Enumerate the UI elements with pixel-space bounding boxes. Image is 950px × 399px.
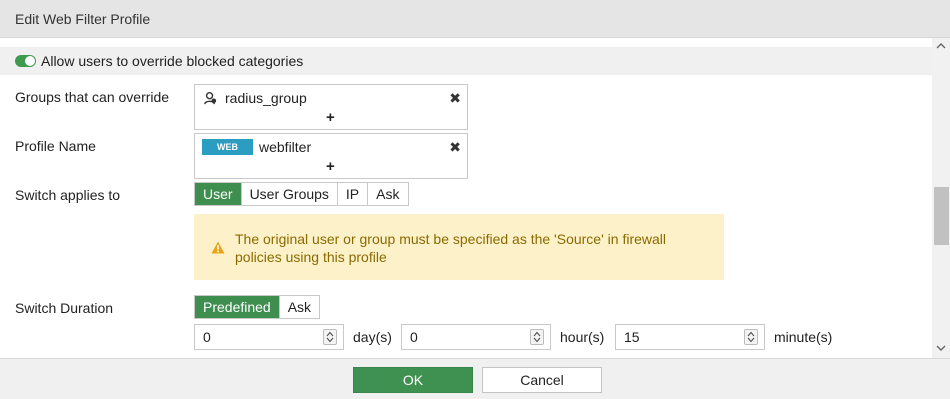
- minutes-unit: minute(s): [774, 329, 833, 345]
- override-toggle-label: Allow users to override blocked categori…: [41, 53, 304, 69]
- duration-option-ask[interactable]: Ask: [278, 296, 319, 318]
- dialog-title: Edit Web Filter Profile: [15, 11, 151, 27]
- days-value: 0: [203, 329, 211, 345]
- toggle-knob: [25, 56, 35, 66]
- switch-duration-selector: Predefined Ask: [194, 295, 321, 319]
- ok-button[interactable]: OK: [353, 367, 473, 393]
- override-toggle[interactable]: [15, 55, 36, 67]
- hours-input[interactable]: 0: [401, 324, 551, 350]
- switch-applies-label: Switch applies to: [15, 187, 121, 203]
- days-unit: day(s): [353, 329, 392, 345]
- scrollbar-thumb[interactable]: [934, 187, 949, 245]
- user-group-icon: [204, 91, 217, 104]
- dialog-titlebar: Edit Web Filter Profile: [0, 0, 950, 38]
- profile-entry: WEB webfilter: [202, 138, 311, 156]
- groups-entry-box[interactable]: radius_group ✖ +: [194, 84, 468, 130]
- hours-unit: hour(s): [560, 329, 605, 345]
- cancel-button[interactable]: Cancel: [482, 367, 602, 393]
- switch-applies-option-user[interactable]: User: [195, 183, 241, 205]
- spinner-arrows-icon: [326, 331, 334, 343]
- dialog-footer: OK Cancel: [0, 358, 950, 399]
- switch-applies-option-user-groups[interactable]: User Groups: [240, 183, 337, 205]
- days-spinner[interactable]: [323, 329, 337, 345]
- groups-label: Groups that can override: [15, 89, 170, 105]
- remove-profile-icon[interactable]: ✖: [449, 139, 461, 156]
- group-entry-text: radius_group: [225, 90, 307, 106]
- profile-name-label: Profile Name: [15, 138, 96, 154]
- override-section-header: Allow users to override blocked categori…: [0, 47, 932, 75]
- spinner-arrows-icon: [533, 331, 541, 343]
- add-profile-icon[interactable]: +: [326, 158, 335, 175]
- hours-spinner[interactable]: [530, 329, 544, 345]
- switch-applies-option-ip[interactable]: IP: [336, 183, 367, 205]
- warning-text: The original user or group must be speci…: [235, 231, 667, 265]
- group-entry: radius_group: [203, 89, 307, 107]
- days-input[interactable]: 0: [194, 324, 344, 350]
- add-group-icon[interactable]: +: [326, 109, 335, 126]
- scroll-down-icon[interactable]: [936, 345, 946, 352]
- switch-duration-label: Switch Duration: [15, 300, 114, 316]
- warning-triangle-icon: [211, 241, 225, 254]
- hours-value: 0: [410, 329, 418, 345]
- minutes-value: 15: [624, 329, 640, 345]
- minutes-spinner[interactable]: [744, 329, 758, 345]
- minutes-input[interactable]: 15: [615, 324, 765, 350]
- switch-applies-option-ask[interactable]: Ask: [367, 183, 407, 205]
- web-profile-badge: WEB: [202, 139, 253, 155]
- profile-entry-text: webfilter: [259, 139, 312, 155]
- source-warning-box: The original user or group must be speci…: [194, 214, 724, 280]
- profile-entry-box[interactable]: WEB webfilter ✖ +: [194, 133, 468, 179]
- switch-applies-selector: User User Groups IP Ask: [194, 182, 409, 206]
- dialog-content: Allow users to override blocked categori…: [0, 38, 932, 358]
- duration-option-predefined[interactable]: Predefined: [195, 296, 279, 318]
- remove-group-icon[interactable]: ✖: [449, 90, 461, 107]
- spinner-arrows-icon: [747, 331, 755, 343]
- scroll-up-icon[interactable]: [936, 42, 946, 49]
- vertical-scrollbar[interactable]: [932, 38, 950, 358]
